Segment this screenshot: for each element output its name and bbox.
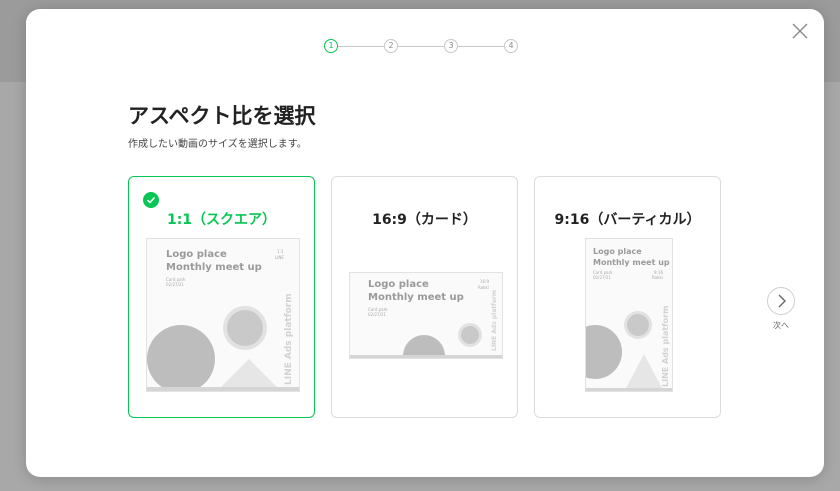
preview-bottom-bar <box>586 388 672 391</box>
preview-shape <box>586 325 622 379</box>
preview-logo-text: Logo place <box>166 249 227 260</box>
preview-date-text: 02/27/21 <box>166 282 184 287</box>
step-connector <box>398 45 444 47</box>
next-button[interactable] <box>767 287 795 315</box>
step-1: 1 <box>324 39 338 53</box>
step-4: 4 <box>504 39 518 53</box>
preview-thumbnail-square: Logo place Monthly meet up Card park 02/… <box>146 238 300 392</box>
preview-corner-text: Rakki <box>652 275 663 280</box>
preview-bottom-bar <box>147 387 299 391</box>
preview-event-text: Monthly meet up <box>593 258 670 267</box>
preview-corner-text: 16:9 <box>480 279 489 284</box>
dialog-subtitle: 作成したい動画のサイズを選択します。 <box>128 139 307 150</box>
preview-event-text: Monthly meet up <box>166 262 262 273</box>
next-label: 次へ <box>773 321 789 330</box>
option-card-vertical[interactable]: 9:16（バーティカル） Logo place Monthly meet up … <box>534 176 721 418</box>
preview-corner-text: LINE <box>275 255 284 260</box>
close-button[interactable] <box>790 21 810 41</box>
preview-corner-text: Rakki <box>478 285 489 290</box>
preview-shape <box>461 326 479 344</box>
step-connector <box>458 45 504 47</box>
option-label: 1:1（スクエア） <box>166 212 277 228</box>
option-label: 9:16（バーティカル） <box>554 212 701 228</box>
preview-thumbnail-vertical: Logo place Monthly meet up Card park 02/… <box>585 238 673 392</box>
preview-logo-text: Logo place <box>368 279 429 290</box>
preview-side-text: LINE Ads platform <box>661 305 670 387</box>
preview-shape <box>147 325 215 391</box>
dialog-title: アスペクト比を選択 <box>128 104 316 128</box>
preview-side-text: LINE Ads platform <box>491 289 498 351</box>
aspect-ratio-dialog: 1 2 3 4 アスペクト比を選択 作成したい動画のサイズを選択します。 1:1… <box>26 9 824 477</box>
step-connector <box>338 45 384 47</box>
preview-date-text: 02/27/21 <box>593 275 611 280</box>
preview-thumbnail-landscape: Logo place Monthly meet up Card park 02/… <box>349 272 503 359</box>
preview-shape <box>627 314 649 336</box>
preview-logo-text: Logo place <box>593 247 642 256</box>
step-2: 2 <box>384 39 398 53</box>
preview-shape <box>626 354 662 388</box>
close-icon <box>792 23 808 39</box>
chevron-right-icon <box>778 294 786 308</box>
preview-bottom-bar <box>350 355 502 358</box>
selected-check-icon <box>143 192 159 208</box>
step-indicator: 1 2 3 4 <box>324 38 518 54</box>
preview-shape <box>219 359 279 389</box>
preview-shape <box>227 310 263 346</box>
preview-event-text: Monthly meet up <box>368 292 464 303</box>
preview-side-text: LINE Ads platform <box>284 293 294 385</box>
option-card-square[interactable]: 1:1（スクエア） Logo place Monthly meet up Car… <box>128 176 315 418</box>
preview-date-text: 02/27/21 <box>368 312 386 317</box>
option-label: 16:9（カード） <box>372 212 477 228</box>
preview-corner-text: 1:1 <box>277 249 284 254</box>
option-card-landscape[interactable]: 16:9（カード） Logo place Monthly meet up Car… <box>331 176 518 418</box>
step-3: 3 <box>444 39 458 53</box>
